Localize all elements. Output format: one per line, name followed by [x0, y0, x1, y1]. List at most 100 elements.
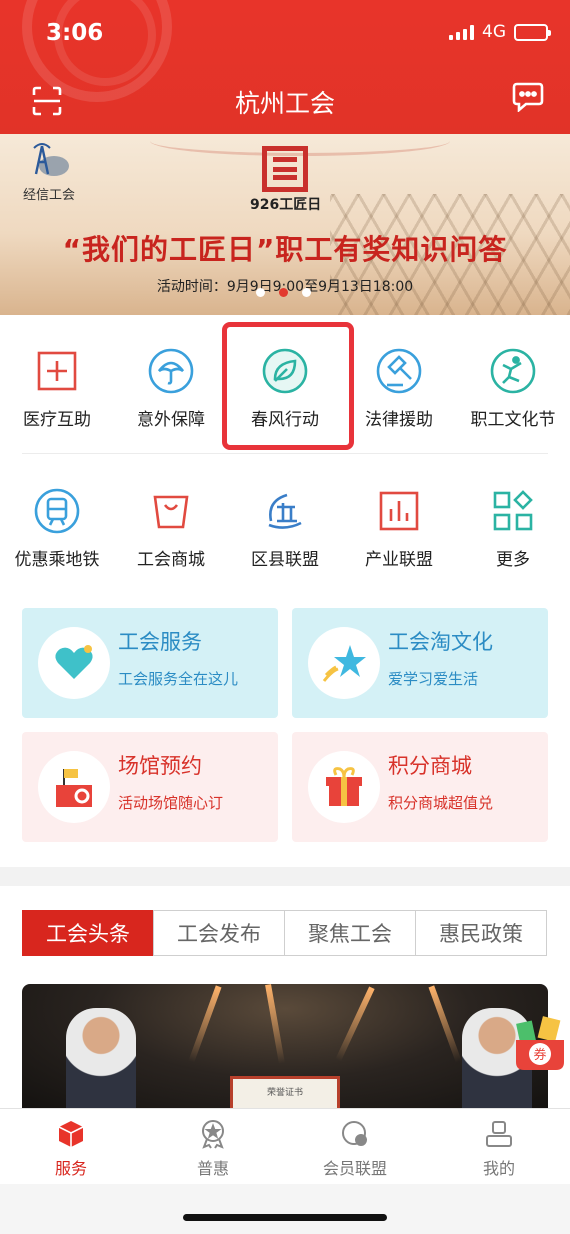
news-tabs: 工会头条 工会发布 聚焦工会 惠民政策 — [22, 910, 547, 956]
news-section: 工会头条 工会发布 聚焦工会 惠民政策 荣誉证书 券 — [0, 886, 570, 1108]
banner-pagination[interactable] — [256, 288, 311, 297]
coupon-icon[interactable]: 券 — [512, 1012, 568, 1074]
service-label: 职工文化节 — [470, 410, 556, 430]
heart-icon — [55, 645, 93, 679]
service-accident[interactable]: 意外保障 — [114, 333, 228, 443]
status-time: 3:06 — [46, 20, 104, 46]
tabbar-benefits[interactable]: 普惠 — [142, 1109, 284, 1185]
service-row-1: 医疗互助 意外保障 春风行动 法律援助 职工文化节 — [0, 333, 570, 453]
card-subtitle: 工会服务全在这儿 — [118, 670, 239, 688]
news-certificate: 荣誉证书 — [230, 1076, 340, 1108]
home-indicator[interactable] — [183, 1214, 387, 1221]
card-subtitle: 爱学习爱生活 — [388, 670, 479, 688]
service-label: 春风行动 — [251, 410, 319, 430]
gavel-icon — [376, 348, 422, 394]
service-label: 区县联盟 — [251, 550, 319, 570]
stage-light — [428, 985, 462, 1063]
page-title: 杭州工会 — [234, 89, 335, 118]
tabbar-label: 普惠 — [196, 1159, 229, 1178]
tab-union-headlines[interactable]: 工会头条 — [22, 910, 154, 956]
org-logo: 经信工会 — [20, 142, 78, 203]
craftsman-day-label: 926工匠日 — [250, 197, 322, 213]
status-indicators: 4G — [449, 22, 551, 42]
tabbar-member-alliance[interactable]: 会员联盟 — [284, 1109, 426, 1185]
member-circle-icon — [342, 1121, 367, 1146]
stage-light — [188, 985, 222, 1063]
service-cube-icon — [58, 1121, 84, 1147]
service-label: 优惠乘地铁 — [14, 550, 100, 570]
news-person — [66, 1008, 136, 1108]
card-title: 工会淘文化 — [388, 630, 493, 654]
card-union-service[interactable]: 工会服务 工会服务全在这儿 — [22, 608, 278, 718]
stage-light — [335, 986, 375, 1062]
service-district-alliance[interactable]: 区县联盟 — [228, 473, 342, 583]
app-header: 3:06 4G 杭州工会 — [0, 0, 570, 134]
card-title: 场馆预约 — [118, 754, 202, 778]
card-union-culture[interactable]: 工会淘文化 爱学习爱生活 — [292, 608, 548, 718]
tabbar-service[interactable]: 服务 — [0, 1109, 142, 1185]
service-union-mall[interactable]: 工会商城 — [114, 473, 228, 583]
grid-more-icon — [493, 490, 533, 531]
banner-dot[interactable] — [302, 288, 311, 297]
card-title: 工会服务 — [118, 630, 202, 654]
tab-union-releases[interactable]: 工会发布 — [153, 910, 285, 956]
craftsman-logo-icon — [262, 146, 308, 192]
banner-dot[interactable] — [256, 288, 265, 297]
card-points-mall[interactable]: 积分商城 积分商城超值兑 — [292, 732, 548, 842]
service-label: 工会商城 — [137, 550, 205, 570]
org-label: 经信工会 — [22, 188, 75, 203]
card-icon-circle — [38, 627, 110, 699]
card-subtitle: 活动场馆随心订 — [118, 794, 224, 812]
card-icon-circle — [38, 751, 110, 823]
gift-icon — [326, 767, 362, 806]
card-icon-circle — [308, 627, 380, 699]
card-title: 积分商城 — [388, 754, 472, 778]
banner-dot-active[interactable] — [279, 288, 288, 297]
service-label: 医疗互助 — [23, 410, 91, 430]
news-feature-image[interactable]: 荣誉证书 — [22, 984, 548, 1108]
service-label: 更多 — [496, 550, 530, 570]
service-spring-breeze[interactable]: 春风行动 — [228, 333, 342, 443]
umbrella-icon — [148, 348, 194, 394]
venue-flag-icon — [56, 769, 92, 807]
shopping-bag-icon — [153, 495, 189, 529]
service-section: 医疗互助 意外保障 春风行动 法律援助 职工文化节 优惠乘地铁 工会商城 区县联… — [0, 315, 570, 867]
service-legal-aid[interactable]: 法律援助 — [342, 333, 456, 443]
service-label: 法律援助 — [365, 410, 433, 430]
medical-plus-icon — [37, 351, 77, 391]
bottom-tabbar: 服务 普惠 会员联盟 我的 — [0, 1108, 570, 1184]
service-label: 意外保障 — [137, 410, 205, 430]
service-more[interactable]: 更多 — [456, 473, 570, 583]
district-icon — [268, 493, 302, 529]
bar-chart-icon — [379, 491, 419, 531]
service-industry-alliance[interactable]: 产业联盟 — [342, 473, 456, 583]
message-icon[interactable] — [512, 82, 544, 112]
tower-logo-icon — [33, 143, 69, 176]
star-icon — [322, 645, 366, 682]
tab-public-policy[interactable]: 惠民政策 — [415, 910, 547, 956]
craftsman-day-logo: 926工匠日 — [250, 146, 322, 214]
service-metro[interactable]: 优惠乘地铁 — [0, 473, 114, 583]
tabbar-label: 服务 — [54, 1159, 87, 1178]
service-row-2: 优惠乘地铁 工会商城 区县联盟 产业联盟 更多 — [0, 473, 570, 593]
row-divider — [22, 453, 548, 454]
service-culture-festival[interactable]: 职工文化节 — [456, 333, 570, 443]
service-medical[interactable]: 医疗互助 — [0, 333, 114, 443]
tabbar-label: 会员联盟 — [322, 1159, 387, 1178]
stage-light — [265, 984, 285, 1064]
leaf-icon — [262, 348, 308, 394]
tabbar-mine[interactable]: 我的 — [428, 1109, 570, 1185]
card-subtitle: 积分商城超值兑 — [388, 794, 494, 812]
tab-union-focus[interactable]: 聚焦工会 — [284, 910, 416, 956]
medal-icon — [202, 1120, 224, 1149]
battery-icon — [514, 23, 551, 41]
card-icon-circle — [308, 751, 380, 823]
metro-icon — [34, 488, 80, 534]
dancer-icon — [490, 348, 536, 394]
card-venue-booking[interactable]: 场馆预约 活动场馆随心订 — [22, 732, 278, 842]
promo-banner[interactable]: 经信工会 926工匠日 “我们的工匠日”职工有奖知识问答 活动时间：9月9日9:… — [0, 134, 570, 315]
coupon-label: 券 — [533, 1047, 546, 1063]
signal-icon — [449, 24, 474, 40]
home-indicator-area — [0, 1184, 570, 1234]
banner-headline: “我们的工匠日”职工有奖知识问答 — [62, 233, 508, 266]
